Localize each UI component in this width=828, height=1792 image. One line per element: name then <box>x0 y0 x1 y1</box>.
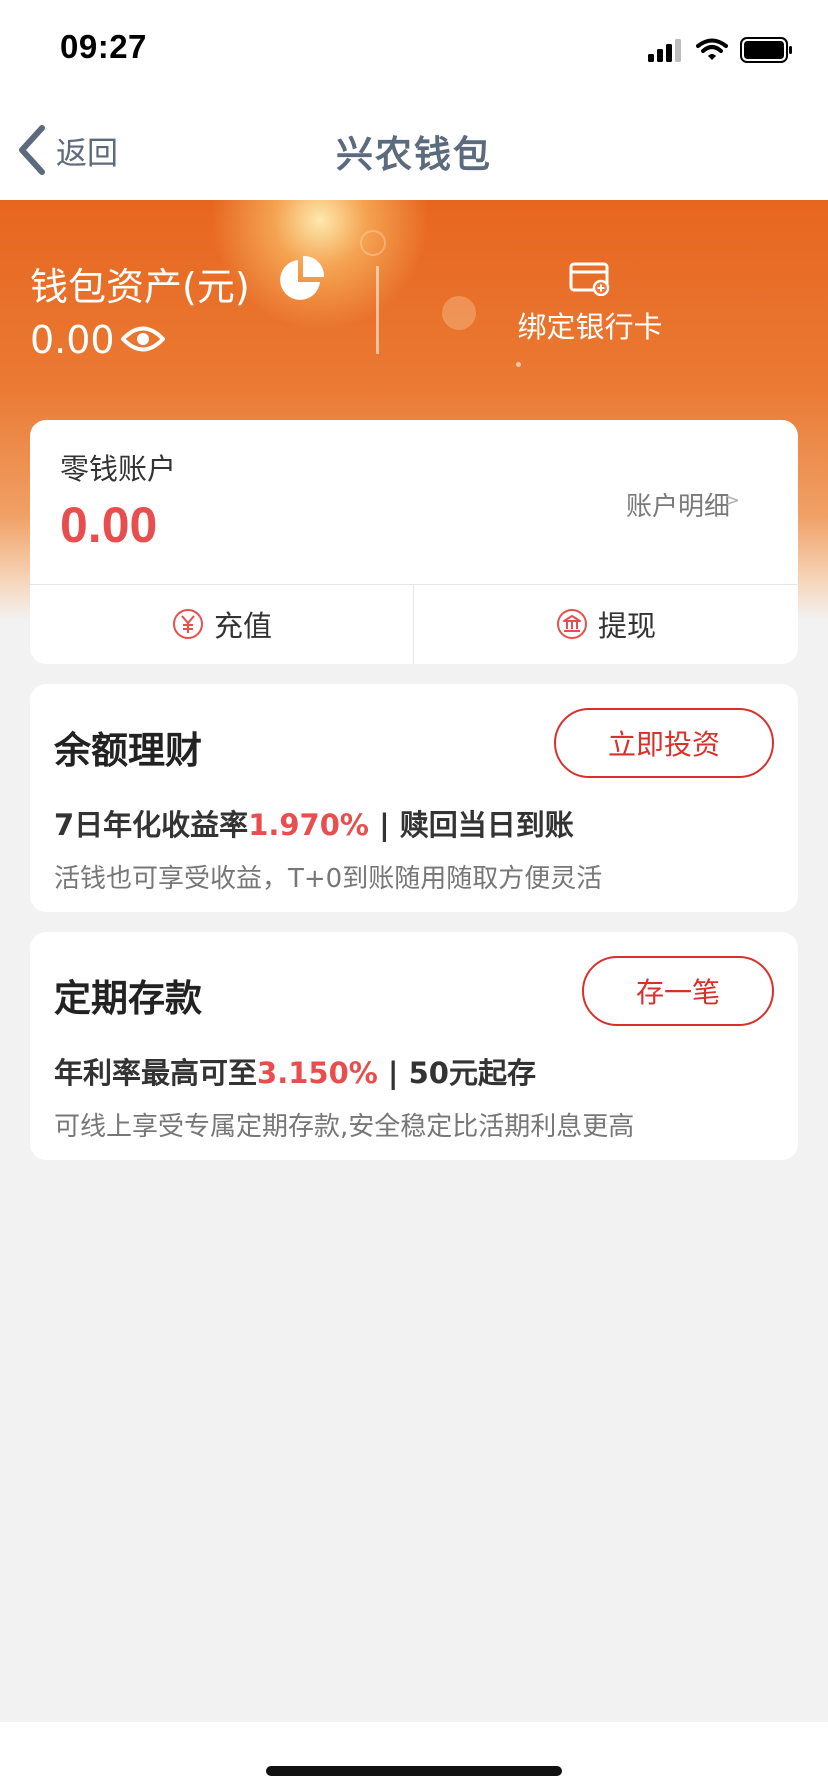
bind-bank-card-label: 绑定银行卡 <box>517 310 663 344</box>
home-indicator[interactable] <box>266 1766 562 1776</box>
deposit-button[interactable]: 存一笔 <box>582 956 774 1026</box>
eye-icon[interactable] <box>120 322 166 356</box>
product-rate-line: 7日年化收益率1.970% | 赎回当日到账 <box>54 802 574 844</box>
bottom-safe-area <box>0 1722 828 1792</box>
product-title: 定期存款 <box>54 977 202 1020</box>
withdraw-button[interactable]: 提现 <box>414 584 798 664</box>
withdraw-label: 提现 <box>597 609 656 643</box>
light-orb-decoration <box>442 296 476 330</box>
signal-icon <box>648 39 681 62</box>
pie-chart-icon[interactable] <box>276 254 326 304</box>
rate-value: 3.150% <box>257 1056 378 1090</box>
yuan-circle-icon <box>172 609 203 639</box>
product-rate-line: 年利率最高可至3.150% | 50元起存 <box>54 1050 536 1092</box>
fixed-deposit-card: 定期存款 存一笔 年利率最高可至3.150% | 50元起存 可线上享受专属定期… <box>30 932 798 1160</box>
nav-bar: 返回 兴农钱包 <box>0 100 828 200</box>
rate-prefix: 年利率最高可至 <box>54 1056 258 1090</box>
page-title: 兴农钱包 <box>336 133 492 176</box>
chevron-right-icon[interactable]: > <box>725 490 740 511</box>
account-detail-link[interactable]: 账户明细 <box>626 486 730 523</box>
product-title: 余额理财 <box>54 729 202 772</box>
bank-card-add-icon <box>569 262 610 296</box>
invest-now-button[interactable]: 立即投资 <box>554 708 774 778</box>
wallet-assets-label: 钱包资产(元) <box>30 265 250 309</box>
product-description: 活钱也可享受收益，T+0到账随用随取方便灵活 <box>54 864 603 894</box>
change-account-label: 零钱账户 <box>60 452 177 486</box>
light-ring-decoration <box>360 230 386 256</box>
banner-dot <box>516 362 521 367</box>
rate-suffix: | 50元起存 <box>377 1056 536 1090</box>
recharge-button[interactable]: 充值 <box>30 584 414 664</box>
change-account-balance: 0.00 <box>60 497 158 553</box>
bind-bank-card-button[interactable]: 绑定银行卡 <box>500 260 680 360</box>
balance-finance-card: 余额理财 立即投资 7日年化收益率1.970% | 赎回当日到账 活钱也可享受收… <box>30 684 798 912</box>
bank-building-icon <box>556 609 587 639</box>
product-description: 可线上享受专属定期存款,安全稳定比活期利息更高 <box>54 1112 635 1142</box>
wallet-assets-value: 0.00 <box>30 318 115 362</box>
banner-divider <box>376 266 379 354</box>
recharge-label: 充值 <box>213 609 272 643</box>
status-icons <box>648 36 794 64</box>
change-account-card: 零钱账户 0.00 账户明细 > 充值 提现 <box>30 420 798 664</box>
battery-icon <box>740 37 792 63</box>
rate-value: 1.970% <box>248 808 369 842</box>
rate-suffix: | 赎回当日到账 <box>368 808 574 842</box>
rate-prefix: 7日年化收益率 <box>54 808 249 842</box>
status-bar: 09:27 <box>0 0 828 100</box>
status-time: 09:27 <box>60 28 147 65</box>
wifi-icon <box>696 38 728 60</box>
